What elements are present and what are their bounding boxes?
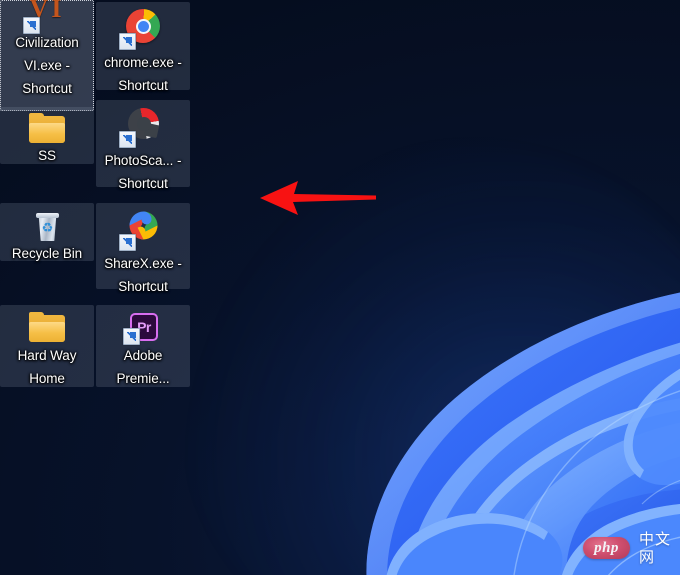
watermark-php-badge: php [583,537,630,559]
watermark: php 中文网 [583,530,680,566]
desktop-icon-label: Recycle Bin [11,246,83,261]
red-left-arrow-annotation [258,176,382,220]
shortcut-arrow-icon [119,234,136,251]
desktop-icon-adobe-premiere[interactable]: Pr Adobe Premie... [96,305,190,387]
sharex-icon [119,207,167,251]
shortcut-arrow-icon [23,17,40,34]
folder-icon [23,309,71,343]
desktop-icon-label: Hard Way Home [17,348,77,386]
folder-shape [29,312,65,342]
desktop-icon-label: SS [38,148,56,163]
desktop[interactable]: VI Civilization VI.exe - Shortcut chrome… [0,0,680,575]
folder-shape [29,113,65,143]
civ6-icon: VI [23,0,71,34]
photoscape-icon [119,104,167,148]
desktop-icon-chrome[interactable]: chrome.exe - Shortcut [96,2,190,93]
desktop-icon-label: Adobe Premie... [116,348,170,386]
adobe-premiere-icon: Pr [119,309,167,345]
recycle-bin-icon: ♻ [23,207,71,241]
folder-icon [23,111,71,143]
shortcut-arrow-icon [119,33,136,50]
desktop-icon-sharex[interactable]: ShareX.exe - Shortcut [96,203,190,294]
desktop-icon-hard-way-home[interactable]: Hard Way Home [0,305,94,387]
desktop-icon-recycle-bin[interactable]: ♻ Recycle Bin [0,203,94,261]
desktop-icon-label: chrome.exe - Shortcut [104,55,182,93]
shortcut-arrow-icon [123,328,140,345]
chrome-icon [119,6,167,50]
desktop-icon-ss-folder[interactable]: SS [0,107,94,164]
desktop-icon-label: ShareX.exe - Shortcut [104,256,182,294]
shortcut-arrow-icon [119,131,136,148]
recycle-bin-shape: ♻ [36,212,59,241]
desktop-icon-label: Civilization VI.exe - Shortcut [15,35,79,96]
desktop-icon-photoscape[interactable]: PhotoSca... - Shortcut [96,100,190,191]
desktop-icon-civilization-vi[interactable]: VI Civilization VI.exe - Shortcut [0,0,94,111]
desktop-icon-label: PhotoSca... - Shortcut [104,153,182,191]
watermark-suffix-text: 中文网 [638,530,671,566]
